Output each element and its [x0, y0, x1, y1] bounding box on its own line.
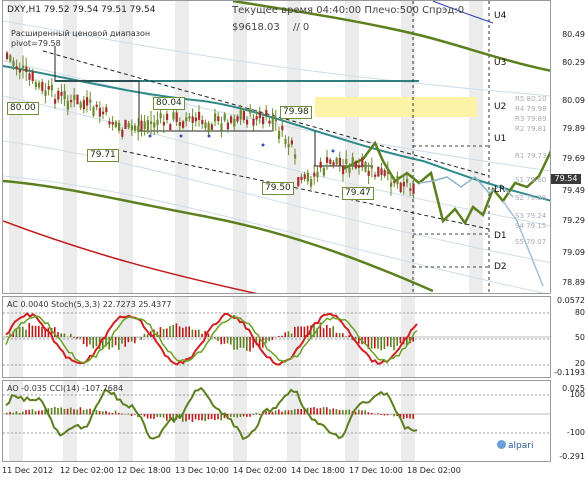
range-label: Расширенный ценовой диапазон: [11, 29, 151, 38]
level-label-d2: D2: [494, 262, 507, 272]
price-tag: 80.04: [153, 97, 185, 110]
price-chart-panel[interactable]: DXY,H1 79.52 79.54 79.51 79.54 Текущее в…: [2, 0, 551, 294]
price-channel: [42, 50, 490, 230]
price-tag: 79.50: [262, 182, 294, 195]
balance-suffix: // 0: [293, 22, 310, 33]
account-balance: $9618.03: [232, 22, 280, 33]
chart-header-ohlc: DXY,H1 79.52 79.54 79.51 79.54: [7, 5, 156, 15]
ac-stoch-canvas: [3, 297, 550, 377]
pivot-levels: R5 80.10 R4 79.98 R3 79.89 R2 79.81: [515, 95, 547, 133]
time-axis: 11 Dec 2012 12 Dec 02:00 12 Dec 18:00 13…: [2, 466, 461, 475]
ao-cci-canvas: [3, 381, 550, 461]
price-tag: 79.47: [342, 187, 374, 200]
server-info: Текущее время 04:40:00 Плечо:500 Спрэд:0: [232, 5, 465, 16]
price-axis: 80.49 80.29 80.09 79.89 79.69 79.49 79.2…: [551, 0, 588, 294]
price-tag: 79.98: [280, 106, 312, 119]
alpari-logo-icon: [497, 440, 506, 449]
ao-panel-title: AO -0.035 CCI(14) -107.7684: [7, 384, 124, 393]
price-tag: 80.00: [7, 102, 39, 115]
current-price-tag: 79.54: [551, 174, 581, 184]
ac-stoch-panel[interactable]: AC 0.0040 Stoch(5,3,3) 22.7273 25.4377: [2, 296, 551, 378]
level-label-u3: U3: [494, 58, 507, 68]
level-label-u4: U4: [494, 11, 507, 21]
pivot-levels-lower: R1 79.73 S1 79.60 S2 79.38 S3 79.24 S4 7…: [515, 152, 547, 246]
ao-cci-panel[interactable]: AO -0.035 CCI(14) -107.7684: [2, 380, 551, 462]
ao-axis: 0.025 100 -100 -0.291: [551, 380, 588, 462]
level-label-u1: U1: [494, 134, 507, 144]
pivot-label: pivot=79.58: [11, 39, 61, 48]
level-label-lr: LR: [494, 185, 506, 195]
alpari-logo: alpari: [497, 440, 533, 451]
level-label-d1: D1: [494, 231, 507, 241]
ac-axis: 0.0572 80 50 20 -0.1193: [551, 296, 588, 378]
resistance-zone: [315, 97, 477, 117]
level-label-u2: U2: [494, 102, 507, 112]
price-tag: 79.71: [87, 149, 119, 162]
pale-regression-bands: [3, 20, 550, 293]
session-bands: [9, 1, 483, 293]
price-chart-canvas: [3, 1, 550, 293]
ac-panel-title: AC 0.0040 Stoch(5,3,3) 22.7273 25.4377: [7, 300, 172, 309]
